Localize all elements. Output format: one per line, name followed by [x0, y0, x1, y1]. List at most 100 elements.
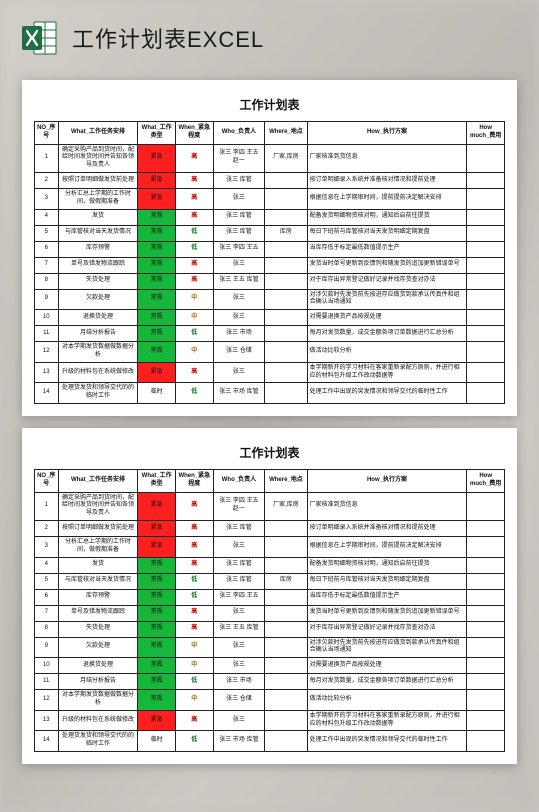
cell-how: 厂家核准到货信息: [307, 144, 467, 172]
cell-type: 常规: [138, 241, 176, 257]
cell-cost: [467, 658, 505, 674]
cell-where: [265, 383, 307, 404]
cell-how: 做活动比较分析: [307, 690, 467, 711]
cell-task: 发货: [58, 209, 138, 225]
cell-who: 张三 市场 库管: [213, 383, 265, 404]
cell-no: 8: [35, 621, 59, 637]
cell-task: 分析汇总上学期的工作时间，做假期准备: [58, 536, 138, 557]
cell-how: 做活动比较分析: [307, 342, 467, 363]
cell-cost: [467, 383, 505, 404]
cell-where: 厂家,库房: [265, 144, 307, 172]
col-no: NO_序号: [35, 122, 59, 145]
cell-how: 当库存低于标定最低数值提示生产: [307, 241, 467, 257]
cell-cost: [467, 731, 505, 752]
table-header-row: NO_序号 What_工作任务安排 What_工作类型 When_紧急程度 Wh…: [35, 122, 505, 145]
cell-type: 紧急: [138, 362, 176, 383]
col-cost: How much_费用: [467, 122, 505, 145]
cell-who: 张三: [213, 188, 265, 209]
cell-cost: [467, 637, 505, 658]
cell-who: 张三: [213, 658, 265, 674]
cell-cost: [467, 144, 505, 172]
table-row: 7单号及错发物流跟踪常规高张三发货当时单号更新到反馈列和随发货的追加更新错误单号: [35, 257, 505, 273]
cell-type: 常规: [138, 637, 176, 658]
cell-how: 处理工作中出现的突发情况和领导交代的临时性工作: [307, 731, 467, 752]
cell-where: [265, 605, 307, 621]
cell-urgency: 高: [175, 605, 213, 621]
cell-urgency: 中: [175, 690, 213, 711]
cell-who: 张三 市场: [213, 674, 265, 690]
cell-how: 按订单明细录入系统并准备核对情况和提前处理: [307, 520, 467, 536]
cell-type: 常规: [138, 326, 176, 342]
cell-how: 配备发货明细物资核对明，通知后启前往提货: [307, 557, 467, 573]
cell-no: 14: [35, 383, 59, 404]
cell-no: 1: [35, 492, 59, 520]
cell-task: 分析汇总上学期的工作时间，做假期准备: [58, 188, 138, 209]
cell-type: 紧急: [138, 188, 176, 209]
cell-type: 常规: [138, 605, 176, 621]
cell-where: [265, 690, 307, 711]
cell-no: 5: [35, 225, 59, 241]
cell-how: 对需要退换货产品按规处理: [307, 658, 467, 674]
cell-cost: [467, 362, 505, 383]
cell-urgency: 中: [175, 637, 213, 658]
cell-task: 单号及错发物流跟踪: [58, 257, 138, 273]
cell-who: 张三 库管: [213, 209, 265, 225]
cell-urgency: 高: [175, 273, 213, 289]
cell-who: 张三 王五 库管: [213, 273, 265, 289]
cell-task: 库存预警: [58, 589, 138, 605]
cell-where: [265, 520, 307, 536]
cell-where: [265, 289, 307, 310]
cell-where: [265, 273, 307, 289]
table-row: 8失货处理常规高张三 王五 库管对于库存出异常登记做好记录并找存货查对办法: [35, 273, 505, 289]
cell-urgency: 中: [175, 289, 213, 310]
cell-who: 张三 李四 王五: [213, 589, 265, 605]
cell-urgency: 低: [175, 225, 213, 241]
cell-how: 发货当时单号更新到反馈列和随发货的追加更新错误单号: [307, 605, 467, 621]
cell-where: [265, 536, 307, 557]
cell-where: [265, 637, 307, 658]
cell-where: [265, 658, 307, 674]
cell-cost: [467, 621, 505, 637]
cell-urgency: 高: [175, 536, 213, 557]
col-where: Where_地点: [265, 469, 307, 492]
cell-task: 退换货处理: [58, 310, 138, 326]
cell-where: 库房: [265, 225, 307, 241]
cell-no: 14: [35, 731, 59, 752]
cell-how: 厂家核准到货信息: [307, 492, 467, 520]
cell-who: 张三 库管: [213, 573, 265, 589]
cell-cost: [467, 536, 505, 557]
cell-task: 库存预警: [58, 241, 138, 257]
table-row: 5与库管核对当天发货情况常规低张三 库管库房每日下班前与库管核对当天发货明细定期…: [35, 573, 505, 589]
cell-type: 常规: [138, 273, 176, 289]
cell-no: 13: [35, 710, 59, 731]
table-row: 6库存预警常规低张三 李四 王五当库存低于标定最低数值提示生产: [35, 589, 505, 605]
cell-task: 按照订单明细做发货前处理: [58, 172, 138, 188]
table-row: 1确定采购产品到货时间，配给时间发货时间并告知各领导及责人紧急高张三 李四 王五…: [35, 144, 505, 172]
cell-task: 失货处理: [58, 621, 138, 637]
cell-urgency: 中: [175, 342, 213, 363]
cell-task: 确定采购产品到货时间，配给时间发货时间并告知各领导及责人: [58, 144, 138, 172]
cell-task: 发货: [58, 557, 138, 573]
table-row: 4发货常规高张三 库管配备发货明细物资核对明，通知后启前往提货: [35, 209, 505, 225]
cell-who: 张三 王五 库管: [213, 621, 265, 637]
cell-who: 张三: [213, 257, 265, 273]
cell-urgency: 高: [175, 621, 213, 637]
cell-cost: [467, 589, 505, 605]
col-type: What_工作类型: [138, 122, 176, 145]
spreadsheet-preview-1: 工作计划表 NO_序号 What_工作任务安排 What_工作类型 When_紧…: [22, 80, 517, 416]
cell-type: 常规: [138, 342, 176, 363]
cell-task: 欠款处理: [58, 289, 138, 310]
table-row: 9欠款处理常规中张三对涉欠款时先发货前先按进存应做货到款承认传真件和组合确认当场…: [35, 289, 505, 310]
table-row: 12对本学期发货数据做数据分析常规中张三 仓储做活动比较分析: [35, 690, 505, 711]
table-row: 3分析汇总上学期的工作时间，做假期准备紧急高张三根据信息在上学期审时间，提前提前…: [35, 188, 505, 209]
cell-urgency: 高: [175, 144, 213, 172]
cell-type: 常规: [138, 658, 176, 674]
cell-type: 紧急: [138, 710, 176, 731]
col-how: How_执行方案: [307, 469, 467, 492]
cell-urgency: 高: [175, 710, 213, 731]
cell-no: 12: [35, 690, 59, 711]
cell-task: 退换货处理: [58, 658, 138, 674]
cell-no: 11: [35, 326, 59, 342]
table-row: 5与库管核对当天发货情况常规低张三 库管库房每日下班前与库管核对当天发货明细定期…: [35, 225, 505, 241]
cell-cost: [467, 674, 505, 690]
